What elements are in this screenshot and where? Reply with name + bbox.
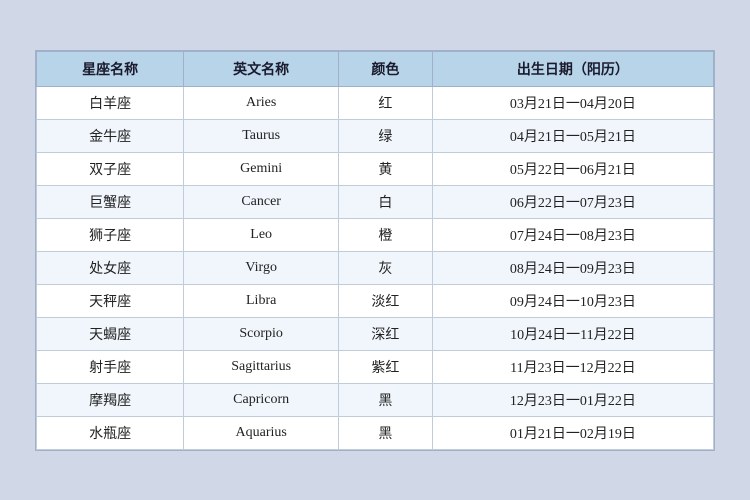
cell-8-2: 紫红 <box>339 350 433 383</box>
cell-5-0: 处女座 <box>37 251 184 284</box>
table-row: 射手座Sagittarius紫红11月23日一12月22日 <box>37 350 714 383</box>
header-col-0: 星座名称 <box>37 51 184 86</box>
cell-9-1: Capricorn <box>184 383 339 416</box>
table-row: 摩羯座Capricorn黑12月23日一01月22日 <box>37 383 714 416</box>
table-body: 白羊座Aries红03月21日一04月20日金牛座Taurus绿04月21日一0… <box>37 86 714 449</box>
cell-6-3: 09月24日一10月23日 <box>432 284 713 317</box>
cell-5-3: 08月24日一09月23日 <box>432 251 713 284</box>
cell-4-3: 07月24日一08月23日 <box>432 218 713 251</box>
zodiac-table-wrapper: 星座名称英文名称颜色出生日期（阳历） 白羊座Aries红03月21日一04月20… <box>35 50 715 451</box>
cell-8-0: 射手座 <box>37 350 184 383</box>
cell-8-1: Sagittarius <box>184 350 339 383</box>
cell-0-1: Aries <box>184 86 339 119</box>
table-row: 金牛座Taurus绿04月21日一05月21日 <box>37 119 714 152</box>
table-header-row: 星座名称英文名称颜色出生日期（阳历） <box>37 51 714 86</box>
cell-7-1: Scorpio <box>184 317 339 350</box>
table-row: 天蝎座Scorpio深红10月24日一11月22日 <box>37 317 714 350</box>
cell-1-3: 04月21日一05月21日 <box>432 119 713 152</box>
cell-1-1: Taurus <box>184 119 339 152</box>
cell-0-2: 红 <box>339 86 433 119</box>
table-row: 水瓶座Aquarius黑01月21日一02月19日 <box>37 416 714 449</box>
cell-2-0: 双子座 <box>37 152 184 185</box>
cell-2-2: 黄 <box>339 152 433 185</box>
table-row: 白羊座Aries红03月21日一04月20日 <box>37 86 714 119</box>
table-row: 巨蟹座Cancer白06月22日一07月23日 <box>37 185 714 218</box>
cell-2-3: 05月22日一06月21日 <box>432 152 713 185</box>
cell-10-3: 01月21日一02月19日 <box>432 416 713 449</box>
cell-5-1: Virgo <box>184 251 339 284</box>
cell-1-0: 金牛座 <box>37 119 184 152</box>
cell-0-0: 白羊座 <box>37 86 184 119</box>
cell-7-3: 10月24日一11月22日 <box>432 317 713 350</box>
cell-5-2: 灰 <box>339 251 433 284</box>
zodiac-table: 星座名称英文名称颜色出生日期（阳历） 白羊座Aries红03月21日一04月20… <box>36 51 714 450</box>
cell-2-1: Gemini <box>184 152 339 185</box>
cell-4-0: 狮子座 <box>37 218 184 251</box>
cell-4-2: 橙 <box>339 218 433 251</box>
cell-4-1: Leo <box>184 218 339 251</box>
cell-6-0: 天秤座 <box>37 284 184 317</box>
cell-6-1: Libra <box>184 284 339 317</box>
cell-9-2: 黑 <box>339 383 433 416</box>
cell-9-3: 12月23日一01月22日 <box>432 383 713 416</box>
table-row: 处女座Virgo灰08月24日一09月23日 <box>37 251 714 284</box>
cell-8-3: 11月23日一12月22日 <box>432 350 713 383</box>
cell-1-2: 绿 <box>339 119 433 152</box>
cell-10-1: Aquarius <box>184 416 339 449</box>
cell-7-0: 天蝎座 <box>37 317 184 350</box>
cell-0-3: 03月21日一04月20日 <box>432 86 713 119</box>
cell-9-0: 摩羯座 <box>37 383 184 416</box>
cell-3-1: Cancer <box>184 185 339 218</box>
cell-3-3: 06月22日一07月23日 <box>432 185 713 218</box>
table-row: 狮子座Leo橙07月24日一08月23日 <box>37 218 714 251</box>
cell-3-0: 巨蟹座 <box>37 185 184 218</box>
cell-7-2: 深红 <box>339 317 433 350</box>
header-col-3: 出生日期（阳历） <box>432 51 713 86</box>
cell-10-2: 黑 <box>339 416 433 449</box>
cell-10-0: 水瓶座 <box>37 416 184 449</box>
cell-6-2: 淡红 <box>339 284 433 317</box>
header-col-1: 英文名称 <box>184 51 339 86</box>
cell-3-2: 白 <box>339 185 433 218</box>
table-row: 双子座Gemini黄05月22日一06月21日 <box>37 152 714 185</box>
table-row: 天秤座Libra淡红09月24日一10月23日 <box>37 284 714 317</box>
header-col-2: 颜色 <box>339 51 433 86</box>
